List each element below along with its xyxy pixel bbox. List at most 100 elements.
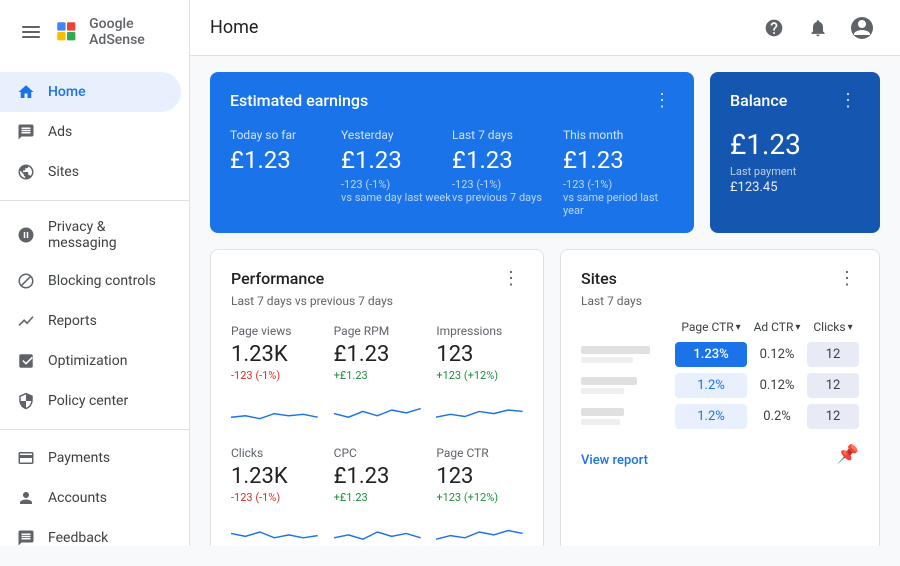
sidebar-item-payments[interactable]: Payments (0, 438, 181, 478)
sidebar-item-ads[interactable]: Ads (0, 112, 181, 152)
performance-menu-button[interactable]: ⋮ (499, 266, 523, 290)
sites-row-3-name (581, 408, 675, 425)
sites-page-ctr-sort-icon: ▾ (736, 322, 741, 333)
metric-page-rpm: Page RPM £1.23 +£1.23 (334, 324, 421, 430)
sites-menu-button[interactable]: ⋮ (835, 266, 859, 290)
performance-title: Performance (231, 269, 324, 288)
sites-row-3-page-ctr: 1.2% (675, 404, 747, 429)
balance-last-payment-label: Last payment (730, 165, 860, 178)
metric-page-ctr-change: +123 (+12%) (436, 491, 523, 504)
metric-page-views-label: Page views (231, 324, 318, 338)
page-title: Home (210, 17, 258, 38)
sidebar-item-payments-label: Payments (48, 450, 110, 466)
sites-table-row: 1.2% 0.2% 12 (581, 404, 859, 429)
sites-page-ctr-header[interactable]: Page CTR ▾ (675, 320, 747, 334)
earnings-yesterday-sub: vs same day last week (341, 191, 452, 204)
metric-impressions-chart (436, 390, 523, 430)
topbar: Home (190, 0, 900, 56)
sidebar-item-policy[interactable]: Policy center (0, 381, 181, 421)
sidebar-item-blocking[interactable]: Blocking controls (0, 261, 181, 301)
earnings-menu-button[interactable]: ⋮ (650, 88, 674, 112)
sites-view-report-link[interactable]: View report (581, 453, 648, 468)
earnings-today-value: £1.23 (230, 146, 341, 174)
sites-table-header: Page CTR ▾ Ad CTR ▾ Clicks ▾ (581, 320, 859, 334)
sidebar-item-home-label: Home (48, 84, 86, 100)
metric-cpc: CPC £1.23 +£1.23 (334, 446, 421, 546)
sidebar-item-accounts[interactable]: Accounts (0, 478, 181, 518)
payments-icon (16, 448, 36, 468)
sidebar-item-reports[interactable]: Reports (0, 301, 181, 341)
metric-page-views-value: 1.23K (231, 342, 318, 367)
bottom-row: Performance ⋮ Last 7 days vs previous 7 … (210, 249, 880, 546)
sidebar-item-blocking-label: Blocking controls (48, 273, 156, 289)
sites-title: Sites (581, 269, 617, 288)
earnings-month-change: -123 (-1%) (563, 178, 674, 191)
topbar-actions (756, 10, 880, 46)
metric-page-views: Page views 1.23K -123 (-1%) (231, 324, 318, 430)
sites-icon (16, 162, 36, 182)
sites-table: Page CTR ▾ Ad CTR ▾ Clicks ▾ (581, 320, 859, 429)
sidebar-item-feedback-label: Feedback (48, 530, 108, 546)
optimization-icon (16, 351, 36, 371)
earnings-last7-label: Last 7 days (452, 128, 563, 142)
metric-cpc-change: +£1.23 (334, 491, 421, 504)
sidebar-item-sites-label: Sites (48, 164, 79, 180)
metric-page-ctr-value: 123 (436, 464, 523, 489)
sidebar-item-feedback[interactable]: Feedback (0, 518, 181, 558)
metric-cpc-chart (334, 512, 421, 546)
balance-card-header: Balance ⋮ (730, 88, 860, 112)
sites-row-2-page-ctr: 1.2% (675, 373, 747, 398)
earnings-month-sub: vs same period last year (563, 191, 674, 217)
earnings-card-title: Estimated earnings (230, 91, 368, 110)
sites-row-3-clicks: 12 (807, 404, 859, 429)
sidebar-item-optimization[interactable]: Optimization (0, 341, 181, 381)
earnings-month-label: This month (563, 128, 674, 142)
metric-clicks-label: Clicks (231, 446, 318, 460)
earnings-yesterday: Yesterday £1.23 -123 (-1%) vs same day l… (341, 128, 452, 217)
performance-header: Performance ⋮ (231, 266, 523, 290)
sites-row-1-name (581, 346, 675, 363)
metric-impressions-label: Impressions (436, 324, 523, 338)
metric-clicks-change: -123 (-1%) (231, 491, 318, 504)
dashboard-content: Estimated earnings ⋮ Today so far £1.23 … (190, 56, 900, 546)
top-row: Estimated earnings ⋮ Today so far £1.23 … (210, 72, 880, 233)
metric-cpc-label: CPC (334, 446, 421, 460)
sites-table-row: 1.2% 0.12% 12 (581, 373, 859, 398)
sidebar-item-sites[interactable]: Sites (0, 152, 181, 192)
balance-value: £1.23 (730, 128, 860, 161)
hamburger-button[interactable] (16, 14, 45, 50)
nav-divider-2 (0, 429, 189, 430)
sites-clicks-sort-icon: ▾ (848, 322, 853, 333)
help-button[interactable] (756, 10, 792, 46)
sites-row-1-clicks: 12 (807, 342, 859, 367)
sites-pin-icon[interactable]: 📌 (837, 444, 859, 465)
sites-row-1-bar (581, 346, 650, 354)
sites-ad-ctr-sort-icon: ▾ (795, 322, 800, 333)
sites-row-2-sub (581, 388, 624, 394)
feedback-icon (16, 528, 36, 548)
metric-cpc-value: £1.23 (334, 464, 421, 489)
balance-menu-button[interactable]: ⋮ (836, 88, 860, 112)
sites-ad-ctr-header[interactable]: Ad CTR ▾ (747, 320, 807, 334)
metric-page-ctr-label: Page CTR (436, 446, 523, 460)
sites-row-3-sub (581, 419, 620, 425)
sites-period: Last 7 days (581, 294, 859, 308)
sites-row-2-ad-ctr: 0.12% (747, 373, 807, 398)
sidebar-navigation: Home Ads Sites Privacy & messaging Bl (0, 64, 189, 566)
ads-icon (16, 122, 36, 142)
sidebar-item-privacy[interactable]: Privacy & messaging (0, 209, 181, 261)
metric-impressions: Impressions 123 +123 (+12%) (436, 324, 523, 430)
metric-clicks: Clicks 1.23K -123 (-1%) (231, 446, 318, 546)
metric-page-rpm-label: Page RPM (334, 324, 421, 338)
earnings-yesterday-label: Yesterday (341, 128, 452, 142)
notifications-button[interactable] (800, 10, 836, 46)
earnings-grid: Today so far £1.23 Yesterday £1.23 -123 … (230, 128, 674, 217)
metric-page-rpm-change: +£1.23 (334, 369, 421, 382)
sites-footer: View report 📌 (581, 441, 859, 468)
balance-card: Balance ⋮ £1.23 Last payment £123.45 (710, 72, 880, 233)
sites-clicks-header[interactable]: Clicks ▾ (807, 320, 859, 334)
sites-card: Sites ⋮ Last 7 days Page CTR ▾ Ad CTR (560, 249, 880, 546)
metric-page-ctr-chart (436, 512, 523, 546)
sidebar-item-home[interactable]: Home (0, 72, 181, 112)
account-button[interactable] (844, 10, 880, 46)
